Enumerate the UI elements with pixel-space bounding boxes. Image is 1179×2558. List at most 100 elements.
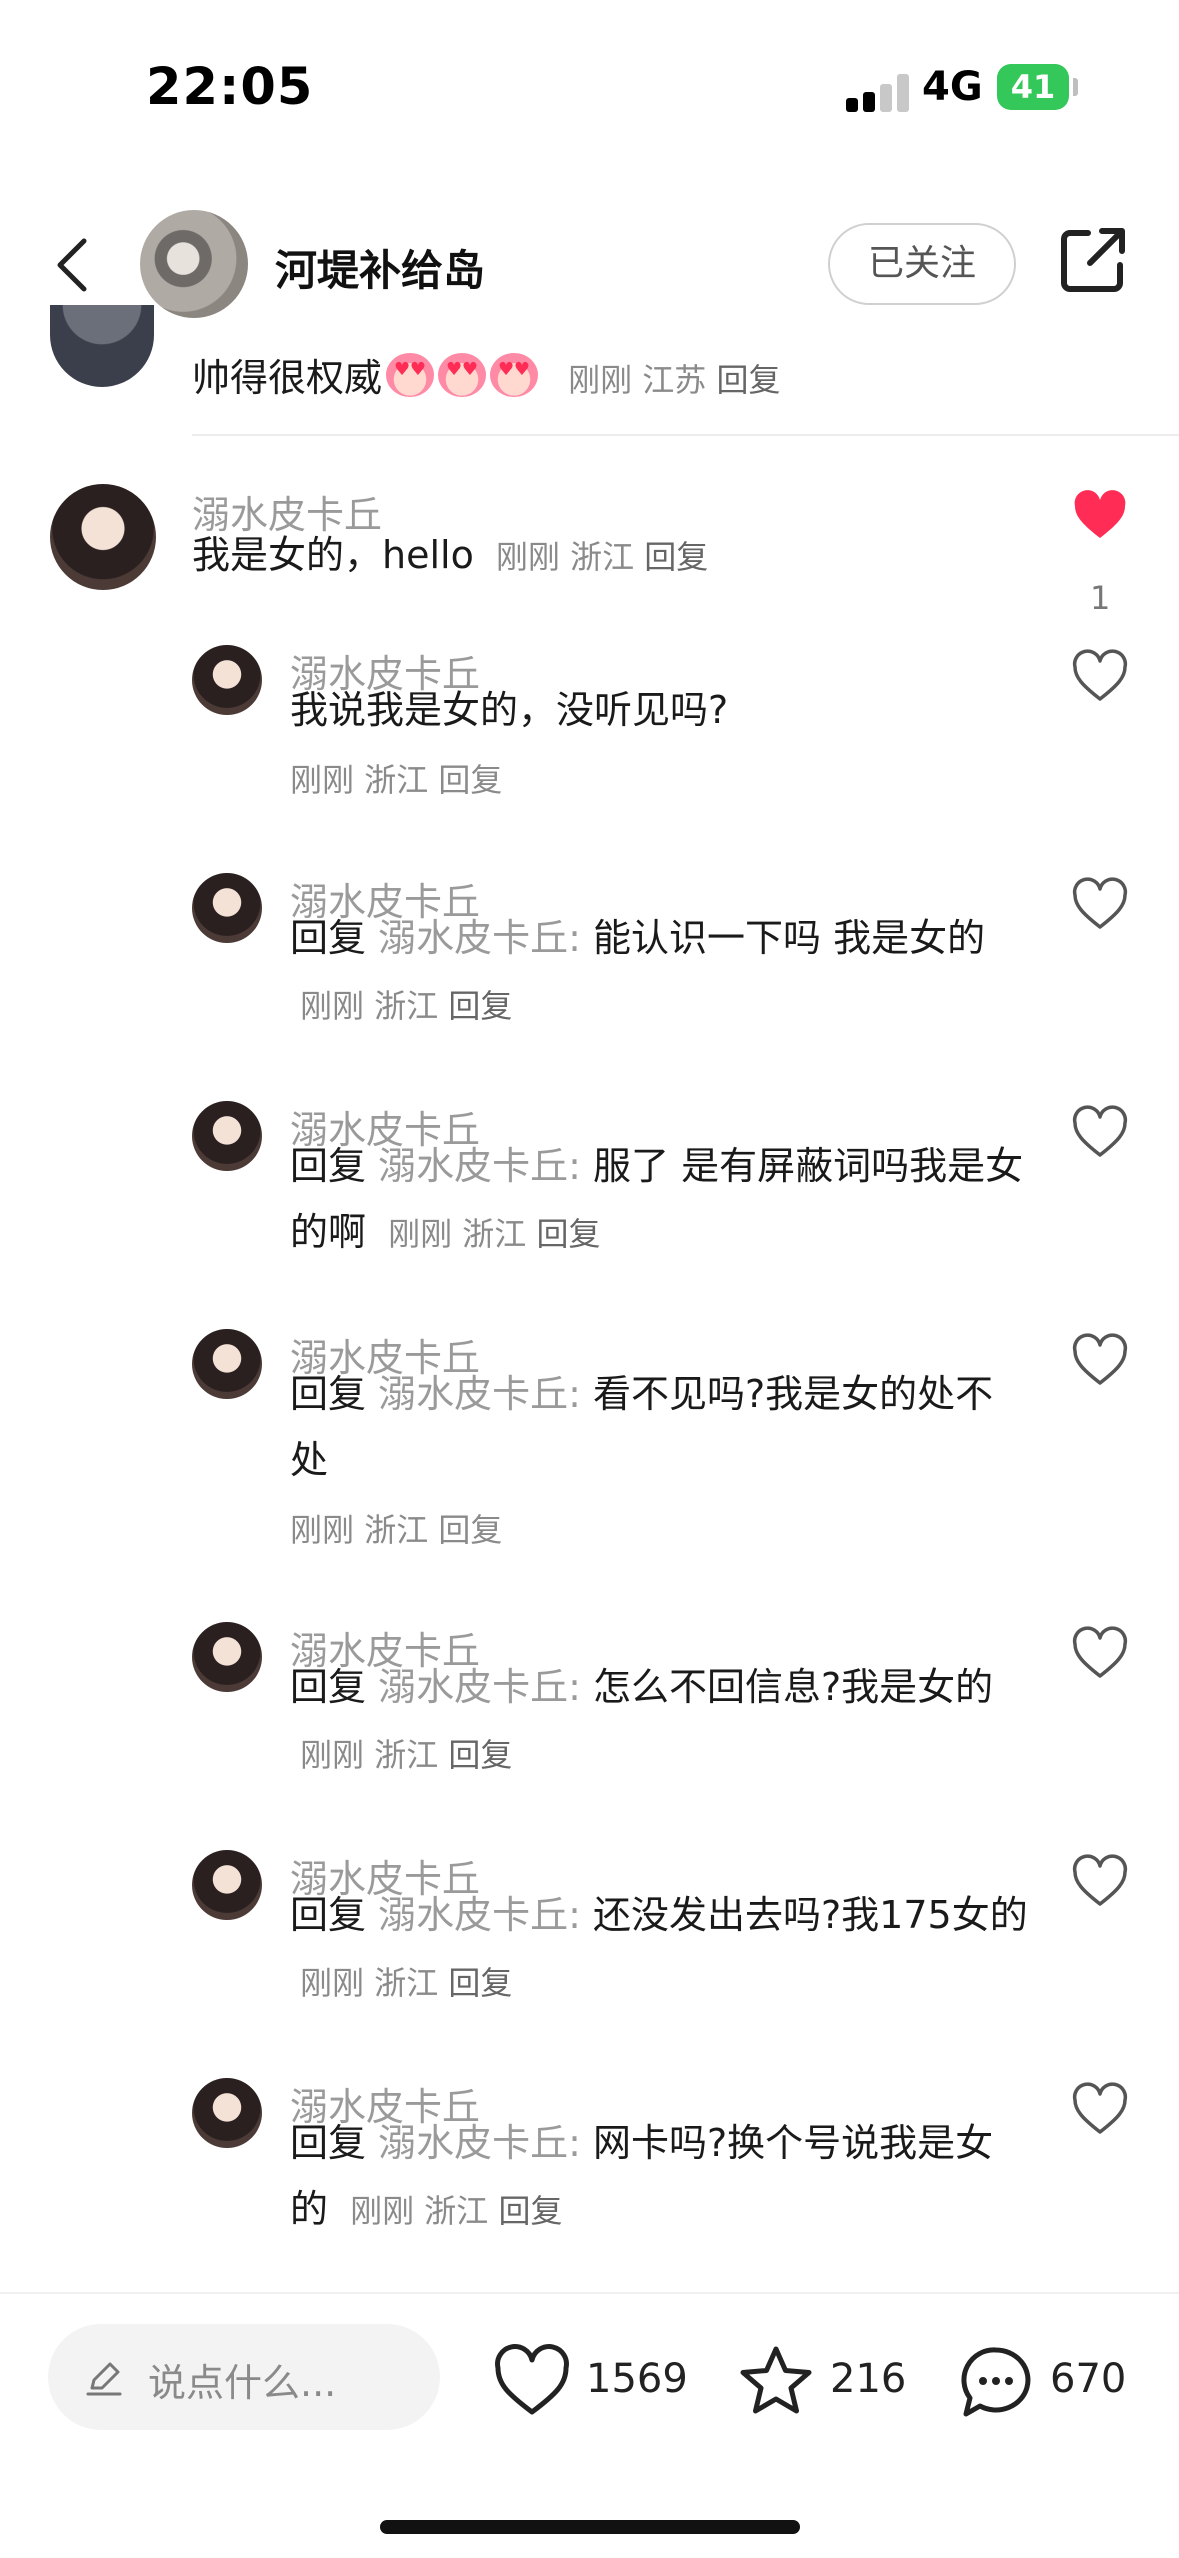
reply-prefix: 回复 [290, 1144, 367, 1188]
like-count: 1 [1090, 579, 1111, 617]
reply-body: 我说我是女的，没听见吗? [290, 677, 1030, 743]
battery-tip [1073, 78, 1078, 96]
heart-eyes-emoji [438, 353, 487, 397]
reply-body: 回复 溺水皮卡丘: 网卡吗?换个号说我是女的 刚刚 浙江 回复 [290, 2110, 1030, 2244]
heart-eyes-emoji [490, 353, 539, 397]
reply-mention[interactable]: 溺水皮卡丘: [378, 1144, 581, 1188]
author-avatar[interactable] [140, 210, 248, 318]
status-bar: 22:05 4G 41 [0, 0, 1179, 175]
reply-link[interactable]: 回复 [438, 1511, 502, 1549]
reply-link[interactable]: 回复 [448, 1736, 512, 1774]
avatar[interactable] [192, 1101, 262, 1171]
reply-item: 溺水皮卡丘 回复 溺水皮卡丘: 能认识一下吗 我是女的 刚刚 浙江 回复 [0, 873, 1179, 1093]
previous-comment: 帅得很权威 刚刚 江苏 回复 [0, 305, 1179, 435]
heart-outline-icon[interactable] [1072, 1854, 1128, 1910]
reply-location: 浙江 [374, 1736, 439, 1774]
avatar[interactable] [192, 1850, 262, 1920]
reply-mention[interactable]: 溺水皮卡丘: [378, 1893, 581, 1937]
reply-location: 浙江 [462, 1215, 527, 1253]
reply-mention[interactable]: 溺水皮卡丘: [378, 1665, 581, 1709]
reply-meta: 刚刚 浙江 回复 [290, 1505, 502, 1551]
back-arrow-icon[interactable] [44, 235, 104, 295]
like-button[interactable]: 1569 [494, 2344, 688, 2420]
avatar[interactable] [192, 873, 262, 943]
main-comment: 溺水皮卡丘 我是女的，hello 刚刚 浙江 回复 1 [0, 484, 1179, 617]
heart-icon [495, 2344, 569, 2415]
star-icon [740, 2346, 812, 2414]
heart-outline-icon[interactable] [1072, 1105, 1128, 1161]
reply-location: 浙江 [424, 2192, 489, 2230]
reply-link[interactable]: 回复 [536, 1215, 600, 1253]
comment-input[interactable]: 说点什么... [48, 2324, 440, 2430]
header: 河堤补给岛 已关注 [0, 195, 1179, 335]
heart-outline-icon[interactable] [1072, 877, 1128, 933]
comment-time: 刚刚 [495, 538, 560, 576]
reply-time: 刚刚 [388, 1215, 453, 1253]
reply-link[interactable]: 回复 [448, 987, 512, 1025]
reply-body: 回复 溺水皮卡丘: 还没发出去吗?我175女的 刚刚 浙江 回复 [290, 1882, 1030, 2016]
share-icon[interactable] [1058, 225, 1128, 295]
like-count: 1569 [586, 2356, 688, 2402]
reply-link[interactable]: 回复 [448, 1964, 512, 2002]
avatar[interactable] [192, 2078, 262, 2148]
heart-outline-icon[interactable] [1072, 2082, 1128, 2138]
heart-outline-icon[interactable] [1072, 1626, 1128, 1682]
avatar[interactable] [50, 484, 156, 590]
reply-meta: 刚刚 浙江 回复 [350, 2192, 562, 2230]
reply-meta: 刚刚 浙江 回复 [388, 1215, 600, 1253]
favorite-button[interactable]: 216 [738, 2344, 908, 2420]
reply-time: 刚刚 [350, 2192, 415, 2230]
avatar[interactable] [192, 1622, 262, 1692]
reply-time: 刚刚 [300, 1736, 365, 1774]
reply-mention[interactable]: 溺水皮卡丘: [378, 916, 581, 960]
heart-eyes-emoji [386, 353, 435, 397]
avatar[interactable] [192, 645, 262, 715]
star-count: 216 [830, 2356, 907, 2402]
divider [192, 434, 1179, 436]
network-type: 4G [922, 64, 983, 110]
comment-meta: 刚刚 浙江 回复 [496, 538, 708, 576]
battery-level: 41 [1010, 68, 1056, 106]
reply-link[interactable]: 回复 [644, 538, 708, 576]
signal-icon [846, 70, 926, 112]
heart-outline-icon[interactable] [1072, 1333, 1128, 1389]
reply-link[interactable]: 回复 [498, 2192, 562, 2230]
author-name[interactable]: 河堤补给岛 [275, 237, 485, 298]
reply-location: 浙江 [374, 987, 439, 1025]
follow-button[interactable]: 已关注 [828, 223, 1016, 305]
reply-body: 回复 溺水皮卡丘: 服了 是有屏蔽词吗我是女的啊 刚刚 浙江 回复 [290, 1133, 1030, 1267]
comment-body: 我是女的，hello 刚刚 浙江 回复 [192, 522, 1022, 590]
comment-text: 我是女的，hello [192, 533, 474, 577]
reply-body: 回复 溺水皮卡丘: 怎么不回信息?我是女的 刚刚 浙江 回复 [290, 1654, 1030, 1788]
status-time: 22:05 [146, 58, 314, 117]
comment-text-line: 帅得很权威 刚刚 江苏 回复 [192, 347, 781, 406]
reply-mention[interactable]: 溺水皮卡丘: [378, 2121, 581, 2165]
heart-outline-icon[interactable] [1072, 649, 1128, 705]
reply-time: 刚刚 [300, 987, 365, 1025]
reply-meta: 刚刚 浙江 回复 [300, 1964, 512, 2002]
comment-button[interactable]: 670 [958, 2344, 1138, 2420]
avatar[interactable] [50, 305, 154, 387]
comment-meta: 刚刚 江苏 回复 [568, 361, 780, 399]
comment-location: 江苏 [642, 361, 707, 399]
reply-body: 回复 溺水皮卡丘: 能认识一下吗 我是女的 刚刚 浙江 回复 [290, 905, 1030, 1039]
reply-item: 溺水皮卡丘 回复 溺水皮卡丘: 服了 是有屏蔽词吗我是女的啊 刚刚 浙江 回复 [0, 1101, 1179, 1321]
battery-icon: 41 [997, 64, 1069, 110]
comment-time: 刚刚 [568, 361, 633, 399]
reply-meta: 刚刚 浙江 回复 [300, 1736, 512, 1774]
reply-item: 溺水皮卡丘 回复 溺水皮卡丘: 看不见吗?我是女的处不处 刚刚 浙江 回复 [0, 1329, 1179, 1549]
heart-filled-icon[interactable] [1072, 488, 1128, 544]
comment-text: 帅得很权威 [192, 356, 383, 400]
reply-prefix: 回复 [290, 1893, 367, 1937]
reply-text: 怎么不回信息?我是女的 [593, 1665, 994, 1709]
avatar[interactable] [192, 1329, 262, 1399]
reply-link[interactable]: 回复 [716, 361, 780, 399]
reply-link[interactable]: 回复 [438, 761, 502, 799]
reply-time: 刚刚 [300, 1964, 365, 2002]
comment-count: 670 [1050, 2356, 1127, 2402]
reply-item: 溺水皮卡丘 我说我是女的，没听见吗? 刚刚 浙江 回复 [0, 645, 1179, 865]
chat-bubble-icon [961, 2347, 1031, 2417]
reply-text: 我说我是女的，没听见吗? [290, 688, 729, 732]
reply-time: 刚刚 [290, 1511, 355, 1549]
reply-mention[interactable]: 溺水皮卡丘: [378, 1372, 581, 1416]
